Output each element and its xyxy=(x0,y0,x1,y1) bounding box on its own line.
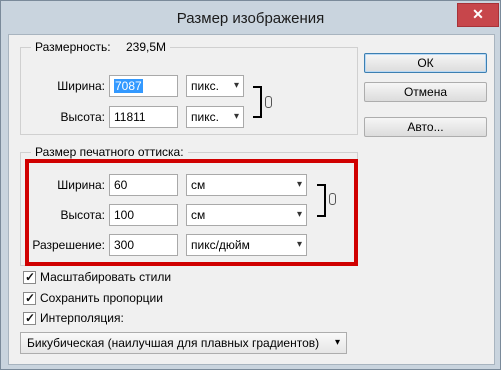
pixel-width-field[interactable]: 7087 xyxy=(109,75,178,97)
pixel-dimensions-size: 239,5M xyxy=(125,40,167,54)
document-size-label: Размер печатного оттиска: xyxy=(31,145,188,159)
chevron-down-icon: ▾ xyxy=(233,111,239,122)
pixel-dimensions-label: Размерность: 239,5M xyxy=(31,40,171,54)
scale-styles-checkbox[interactable]: ✓ xyxy=(23,270,36,284)
constrain-proportions-checkbox[interactable]: ✓ xyxy=(23,291,36,305)
chain-link-icon xyxy=(265,96,272,108)
dialog-title: Размер изображения xyxy=(176,10,325,27)
pixel-height-label: Высота: xyxy=(60,110,105,124)
pixel-height-field[interactable]: 11811 xyxy=(109,106,178,128)
cancel-button[interactable]: Отмена xyxy=(364,82,487,102)
auto-button[interactable]: Авто... xyxy=(364,117,487,137)
pixel-width-value: 7087 xyxy=(114,79,143,93)
pixel-width-unit: пикс. xyxy=(191,79,219,93)
ok-button[interactable]: ОК xyxy=(364,53,487,73)
resample-label[interactable]: Интерполяция: xyxy=(40,311,124,325)
checkmark-icon: ✓ xyxy=(25,311,36,325)
chevron-down-icon: ▾ xyxy=(233,80,239,91)
pixel-width-label: Ширина: xyxy=(57,79,105,93)
pixel-width-unit-select[interactable]: пикс. ▾ xyxy=(186,75,244,97)
chevron-down-icon: ▾ xyxy=(334,337,340,348)
resample-checkbox[interactable]: ✓ xyxy=(23,311,36,325)
pixel-link-bracket xyxy=(253,86,262,118)
scale-styles-label[interactable]: Масштабировать стили xyxy=(40,270,171,284)
pixel-height-unit-select[interactable]: пикс. ▾ xyxy=(186,106,244,128)
resample-method-value: Бикубическая (наилучшая для плавных град… xyxy=(27,336,320,350)
checkmark-icon: ✓ xyxy=(25,270,36,284)
pixel-height-value: 11811 xyxy=(114,110,146,124)
constrain-proportions-label[interactable]: Сохранить пропорции xyxy=(40,291,163,305)
image-size-dialog: Размер изображения ✕ Размерность: 239,5M… xyxy=(0,0,501,370)
close-icon: ✕ xyxy=(472,6,484,22)
pixel-height-unit: пикс. xyxy=(191,110,219,124)
close-button[interactable]: ✕ xyxy=(457,3,499,27)
title-bar[interactable]: Размер изображения ✕ xyxy=(1,1,500,35)
highlight-frame xyxy=(25,159,358,266)
checkmark-icon: ✓ xyxy=(25,291,36,305)
resample-method-select[interactable]: Бикубическая (наилучшая для плавных град… xyxy=(20,332,347,354)
